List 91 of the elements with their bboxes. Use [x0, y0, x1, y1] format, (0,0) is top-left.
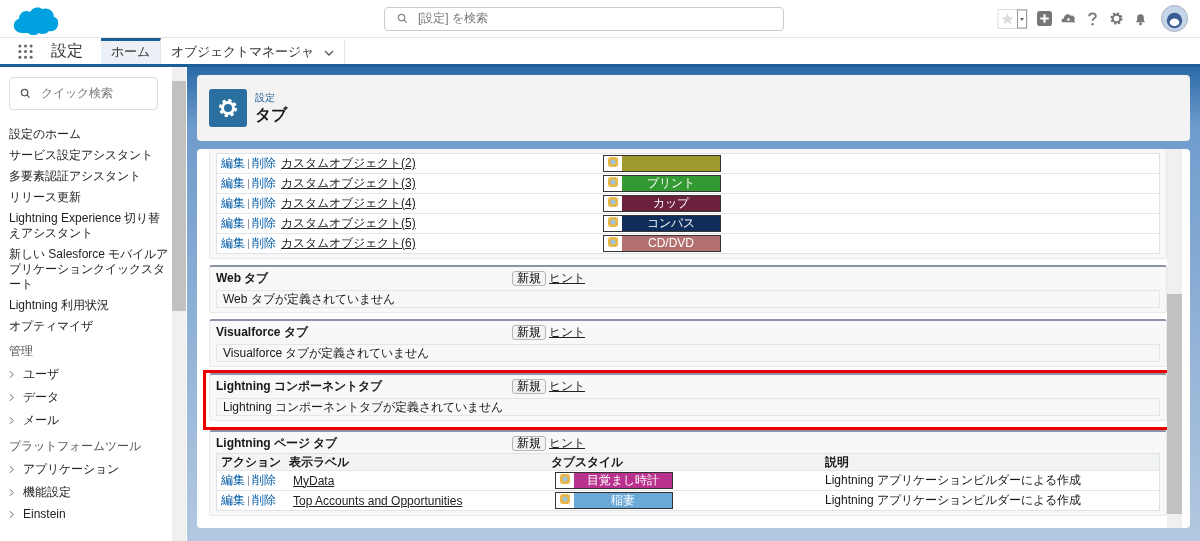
scrollbar[interactable] [172, 67, 186, 541]
help-icon[interactable] [1085, 11, 1100, 26]
empty-message: Visualforce タブが定義されていません [216, 344, 1160, 362]
new-button[interactable]: 新規 [512, 325, 546, 340]
edit-link[interactable]: 編集 [221, 235, 245, 252]
edit-link[interactable]: 編集 [221, 492, 245, 509]
sidebar-heading: 管理 [9, 343, 34, 360]
nav-tab[interactable]: オブジェクトマネージャ [161, 38, 345, 64]
page-link[interactable]: MyData [293, 473, 555, 488]
section-title: Lightning コンポーネントタブ [216, 378, 384, 395]
chevron-down-icon[interactable] [324, 49, 334, 56]
tab-style-label: CD/DVD [648, 237, 694, 250]
sidebar-heading: プラットフォームツール [9, 438, 142, 455]
sidebar-item[interactable]: 新しい Salesforce モバイルアプリケーションクイックスタート [9, 244, 172, 295]
settings-icon[interactable] [1109, 11, 1124, 26]
delete-link[interactable]: 削除 [252, 215, 276, 232]
column-header: 表示ラベル [289, 453, 350, 471]
tab-style-label: プリント [647, 177, 695, 190]
table-cell: Lightning アプリケーションビルダーによる作成 [825, 472, 1082, 489]
tab-icon [559, 473, 571, 485]
scrollbar[interactable] [1167, 149, 1182, 528]
avatar[interactable] [1161, 5, 1188, 32]
plus-icon[interactable] [1037, 11, 1052, 26]
section-title: Web タブ [216, 270, 270, 287]
hint-link[interactable]: ヒント [549, 378, 585, 395]
new-button[interactable]: 新規 [512, 436, 546, 451]
column-header: 説明 [824, 453, 849, 471]
tab-style-label: 目覚まし時計 [587, 474, 659, 487]
new-button[interactable]: 新規 [512, 379, 546, 394]
sidebar-item[interactable]: アプリケーション [9, 458, 172, 481]
sidebar-item[interactable]: 機能設定 [9, 481, 172, 504]
search-field[interactable]: [設定] を検索 [384, 6, 784, 31]
sidebar-item[interactable]: 設定のホーム [9, 124, 172, 145]
hint-link[interactable]: ヒント [549, 435, 585, 452]
delete-link[interactable]: 削除 [252, 235, 276, 252]
object-link[interactable]: カスタムオブジェクト(4) [281, 195, 603, 212]
edit-link[interactable]: 編集 [221, 472, 245, 489]
sidebar-item[interactable]: メール [9, 409, 172, 432]
breadcrumb-link[interactable]: 設定 [255, 90, 287, 105]
sidebar-item[interactable]: データ [9, 386, 172, 409]
section-title: Lightning ページ タブ [216, 435, 339, 452]
delete-link[interactable]: 削除 [252, 175, 276, 192]
edit-link[interactable]: 編集 [221, 155, 245, 172]
tab-icon [607, 176, 619, 188]
sidebar-item[interactable]: オプティマイザ [9, 316, 172, 337]
new-button[interactable]: 新規 [512, 271, 546, 286]
delete-link[interactable]: 削除 [252, 155, 276, 172]
quick-search-field[interactable]: クイック検索 [9, 77, 158, 110]
column-header: タブスタイル [551, 453, 624, 471]
empty-message: Web タブが定義されていません [216, 290, 1160, 308]
sidebar-item[interactable]: Einstein [9, 504, 172, 524]
sidebar-item[interactable]: Lightning Experience 切り替えアシスタント [9, 208, 172, 244]
nav-tab[interactable]: ホーム [101, 38, 161, 64]
table-cell: Lightning アプリケーションビルダーによる作成 [825, 492, 1082, 509]
tab-icon [607, 236, 619, 248]
delete-link[interactable]: 削除 [252, 195, 276, 212]
column-header: アクション [220, 453, 282, 471]
tab-icon [607, 196, 619, 208]
search-icon [397, 13, 408, 24]
favorites-button[interactable] [997, 8, 1028, 29]
hint-link[interactable]: ヒント [549, 324, 585, 341]
delete-link[interactable]: 削除 [252, 492, 276, 509]
search-icon [20, 88, 31, 99]
tab-icon [559, 493, 571, 505]
gear-icon [209, 89, 247, 127]
object-link[interactable]: カスタムオブジェクト(5) [281, 215, 603, 232]
edit-link[interactable]: 編集 [221, 175, 245, 192]
app-launcher-icon[interactable] [18, 43, 33, 59]
section-title: Visualforce タブ [216, 324, 310, 341]
sidebar-item[interactable]: サービス設定アシスタント [9, 145, 172, 166]
empty-message: Lightning コンポーネントタブが定義されていません [216, 398, 1160, 416]
hint-link[interactable]: ヒント [549, 270, 585, 287]
sidebar-item[interactable]: ユーザ [9, 363, 172, 386]
tab-style-label: カップ [653, 197, 689, 210]
tab-style-label: 稲妻 [611, 494, 635, 507]
tab-style-label: コンパス [647, 217, 695, 230]
object-link[interactable]: カスタムオブジェクト(3) [281, 175, 603, 192]
edit-link[interactable]: 編集 [221, 195, 245, 212]
page-title: タブ [255, 104, 287, 125]
tab-icon [607, 216, 619, 228]
tab-icon [607, 156, 619, 168]
app-title: 設定 [51, 40, 83, 61]
edit-link[interactable]: 編集 [221, 215, 245, 232]
page-link[interactable]: Top Accounts and Opportunities [293, 493, 555, 508]
object-link[interactable]: カスタムオブジェクト(6) [281, 235, 603, 252]
delete-link[interactable]: 削除 [252, 472, 276, 489]
object-link[interactable]: カスタムオブジェクト(2) [281, 155, 603, 172]
sidebar-item[interactable]: リリース更新 [9, 187, 172, 208]
bell-icon[interactable] [1133, 11, 1148, 26]
sidebar-item[interactable]: 多要素認証アシスタント [9, 166, 172, 187]
sidebar-item[interactable]: Lightning 利用状況 [9, 295, 172, 316]
